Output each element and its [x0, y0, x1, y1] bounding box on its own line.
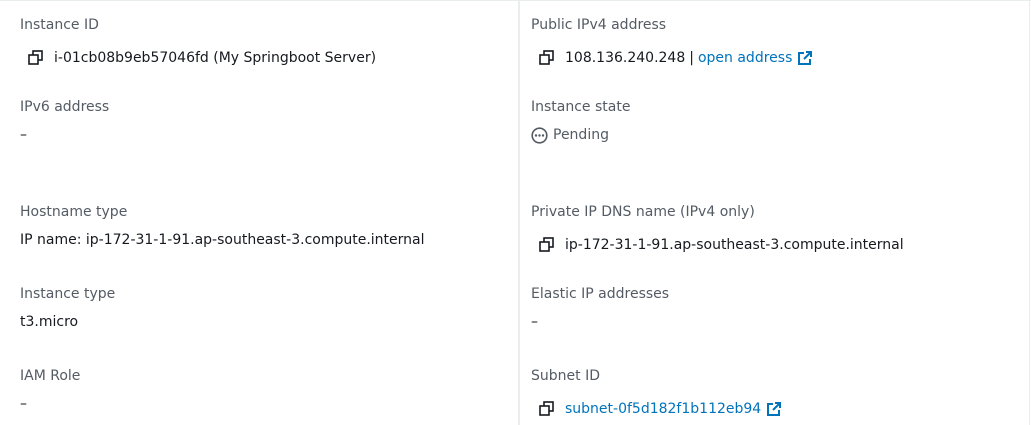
- instance-id-field: i-01cb08b9eb57046fd (My Springboot Serve…: [27, 49, 376, 67]
- copy-icon[interactable]: [538, 49, 556, 67]
- private-dns-value: ip-172-31-1-91.ap-southeast-3.compute.in…: [565, 237, 904, 253]
- hostname-type-value: IP name: ip-172-31-1-91.ap-southeast-3.c…: [20, 232, 425, 248]
- pending-status-icon: [531, 126, 548, 144]
- subnet-id-label: Subnet ID: [531, 368, 600, 384]
- copy-icon[interactable]: [538, 400, 556, 418]
- instance-state-field: Pending: [531, 126, 609, 144]
- instance-type-label: Instance type: [20, 286, 116, 302]
- external-link-icon[interactable]: [766, 401, 782, 417]
- hostname-type-label: Hostname type: [20, 204, 128, 220]
- copy-icon[interactable]: [538, 236, 556, 254]
- copy-icon[interactable]: [27, 49, 45, 67]
- subnet-id-link[interactable]: subnet-0f5d182f1b112eb94: [565, 400, 761, 418]
- external-link-icon[interactable]: [797, 50, 813, 66]
- public-ipv4-value: 108.136.240.248: [565, 50, 686, 66]
- instance-state-label: Instance state: [531, 99, 631, 115]
- open-address-link[interactable]: open address: [698, 49, 792, 67]
- column-divider: [518, 0, 520, 425]
- iam-role-label: IAM Role: [20, 368, 81, 384]
- right-border: [1029, 0, 1030, 425]
- public-ipv4-field: 108.136.240.248 | open address: [538, 49, 813, 67]
- subnet-id-field: subnet-0f5d182f1b112eb94: [538, 400, 782, 418]
- instance-id-label: Instance ID: [20, 17, 99, 33]
- elastic-ip-label: Elastic IP addresses: [531, 286, 670, 302]
- separator: |: [689, 50, 694, 66]
- instance-state-value: Pending: [553, 127, 609, 143]
- ipv6-label: IPv6 address: [20, 99, 110, 115]
- public-ipv4-label: Public IPv4 address: [531, 17, 667, 33]
- private-dns-field: ip-172-31-1-91.ap-southeast-3.compute.in…: [538, 236, 904, 254]
- instance-type-value: t3.micro: [20, 314, 79, 330]
- private-dns-label: Private IP DNS name (IPv4 only): [531, 204, 755, 220]
- instance-id-value: i-01cb08b9eb57046fd (My Springboot Serve…: [54, 50, 377, 66]
- iam-role-value: –: [20, 396, 27, 412]
- top-border: [0, 0, 1031, 1]
- ipv6-value: –: [20, 127, 27, 143]
- elastic-ip-value: –: [531, 314, 538, 330]
